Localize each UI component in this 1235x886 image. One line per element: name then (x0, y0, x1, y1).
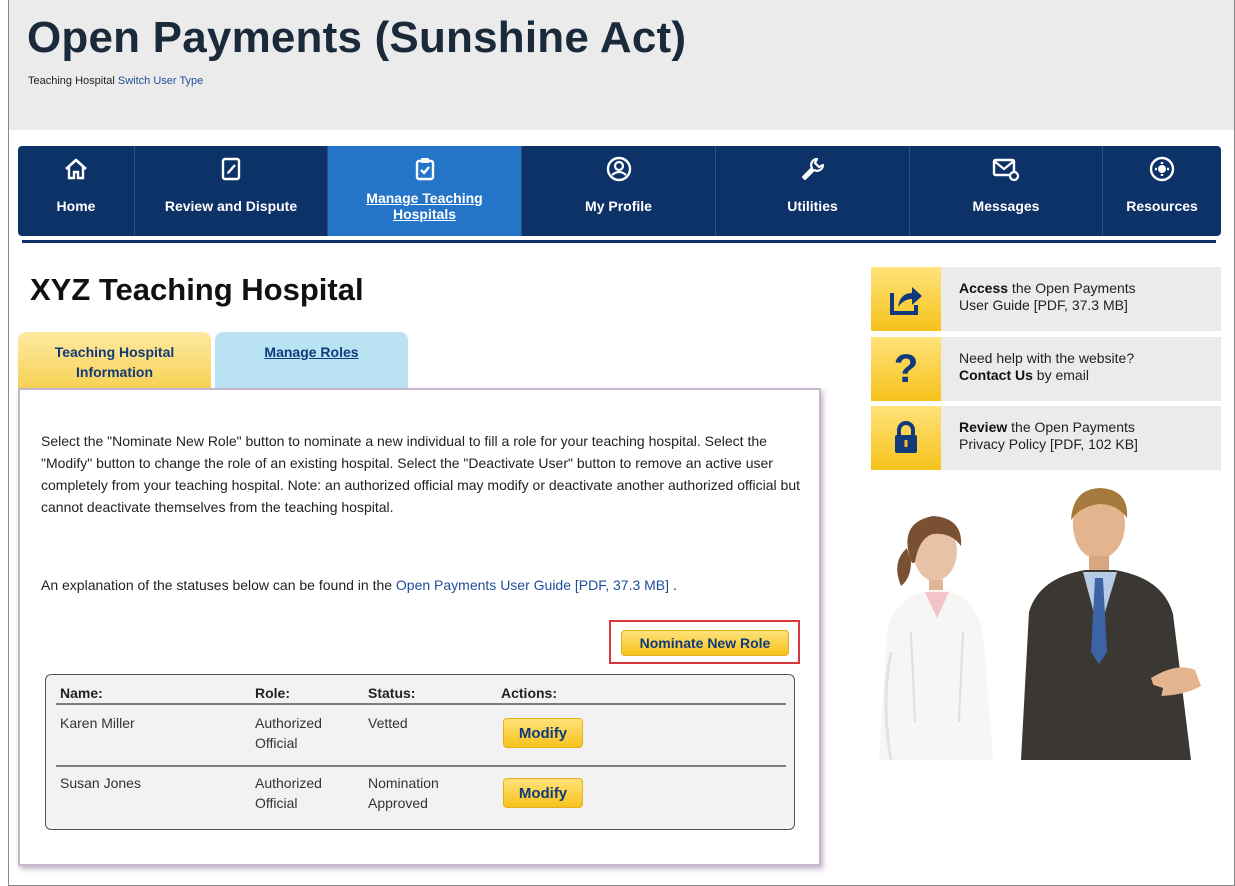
explanation-prefix: An explanation of the statuses below can… (41, 577, 393, 593)
contact-us-bold: Contact Us (959, 367, 1033, 383)
user-guide-text1: the Open Payments (1008, 280, 1136, 296)
row-status-line2: Approved (368, 795, 428, 811)
clipboard-check-icon (410, 154, 440, 184)
row-status: Nomination Approved (368, 773, 439, 813)
user-guide-box[interactable]: Access the Open Payments User Guide [PDF… (871, 267, 1221, 331)
roles-table: Name: Role: Status: Actions: Karen Mille… (45, 674, 795, 830)
user-guide-text2: User Guide [PDF, 37.3 MB] (959, 297, 1128, 313)
nav-review-dispute[interactable]: Review and Dispute (135, 146, 328, 236)
site-header: Open Payments (Sunshine Act) Teaching Ho… (9, 0, 1234, 130)
question-mark-icon: ? (871, 337, 941, 401)
doctor-and-businessman-photo (871, 482, 1221, 760)
privacy-policy-text: Review the Open Payments Privacy Policy … (959, 419, 1138, 453)
user-profile-icon (604, 154, 634, 184)
tab-roles-label: Manage Roles (264, 344, 359, 360)
nav-messages[interactable]: Messages (910, 146, 1103, 236)
header-name: Name: (60, 685, 103, 701)
modify-button[interactable]: Modify (503, 778, 583, 808)
manage-roles-panel: Select the "Nominate New Role" button to… (18, 388, 821, 866)
nav-manage-teaching-hospitals[interactable]: Manage Teaching Hospitals (328, 146, 522, 236)
nav-manage-label: Manage Teaching Hospitals (366, 190, 482, 222)
table-row: Karen Miller Authorized Official Vetted … (56, 709, 786, 767)
tab-info-label-line1: Teaching Hospital (54, 344, 175, 360)
privacy-text1: the Open Payments (1007, 419, 1135, 435)
nav-messages-label: Messages (972, 198, 1040, 214)
header-role: Role: (255, 685, 290, 701)
contact-us-text2: by email (1032, 367, 1089, 383)
user-guide-bold: Access (959, 280, 1009, 296)
nav-resources[interactable]: Resources (1103, 146, 1221, 236)
row-role: Authorized Official (255, 773, 322, 813)
share-arrow-icon (871, 267, 941, 331)
nav-divider (22, 240, 1216, 243)
row-status-line1: Nomination (368, 775, 439, 791)
header-actions: Actions: (501, 685, 557, 701)
user-guide-link[interactable]: Open Payments User Guide [PDF, 37.3 MB] (396, 577, 669, 593)
explanation-suffix: . (672, 577, 677, 593)
row-role-line2: Official (255, 735, 298, 751)
table-header: Name: Role: Status: Actions: (56, 683, 786, 705)
user-guide-text: Access the Open Payments User Guide [PDF… (959, 280, 1136, 314)
privacy-bold: Review (959, 419, 1008, 435)
row-role-line1: Authorized (255, 775, 322, 791)
nav-profile-label: My Profile (585, 198, 652, 214)
envelope-icon (991, 154, 1021, 184)
nav-utilities[interactable]: Utilities (716, 146, 910, 236)
status-explanation: An explanation of the statuses below can… (41, 574, 811, 596)
nav-review-label: Review and Dispute (164, 198, 298, 214)
tab-manage-roles[interactable]: Manage Roles (215, 332, 408, 388)
page-title: XYZ Teaching Hospital (30, 272, 364, 307)
switch-user-type-link[interactable]: Switch User Type (118, 75, 203, 87)
nav-manage-label-line2: Hospitals (392, 206, 456, 222)
row-name: Karen Miller (60, 715, 135, 731)
user-type-label: Teaching Hospital (28, 75, 115, 87)
table-row: Susan Jones Authorized Official Nominati… (56, 769, 786, 827)
home-icon (61, 154, 91, 184)
row-role-line1: Authorized (255, 715, 322, 731)
row-status: Vetted (368, 715, 408, 731)
instructions-text: Select the "Nominate New Role" button to… (41, 433, 801, 515)
row-name: Susan Jones (60, 775, 141, 791)
contact-us-box[interactable]: ? Need help with the website? Contact Us… (871, 337, 1221, 401)
modify-button[interactable]: Modify (503, 718, 583, 748)
nav-resources-label: Resources (1126, 198, 1198, 214)
lock-icon (871, 406, 941, 470)
privacy-policy-box[interactable]: Review the Open Payments Privacy Policy … (871, 406, 1221, 470)
nav-home[interactable]: Home (18, 146, 135, 236)
nav-my-profile[interactable]: My Profile (522, 146, 716, 236)
edit-document-icon (216, 154, 246, 184)
contact-us-text1: Need help with the website? (959, 350, 1135, 366)
nav-home-label: Home (56, 198, 96, 214)
contact-us-text: Need help with the website? Contact Us b… (959, 350, 1134, 384)
tab-teaching-hospital-information[interactable]: Teaching Hospital Information (18, 332, 211, 388)
tab-info-label-line2: Information (76, 364, 153, 380)
row-role-line2: Official (255, 795, 298, 811)
nav-manage-label-line1: Manage Teaching (366, 190, 483, 206)
wrench-icon (798, 154, 828, 184)
gear-icon (1147, 154, 1177, 184)
main-nav: Home Review and Dispute Manage Teaching … (18, 146, 1221, 236)
nominate-highlight: Nominate New Role (609, 620, 800, 664)
user-type-line: Teaching Hospital Switch User Type (28, 75, 203, 87)
nominate-new-role-button[interactable]: Nominate New Role (621, 630, 789, 656)
privacy-text2: Privacy Policy [PDF, 102 KB] (959, 436, 1138, 452)
nav-utilities-label: Utilities (787, 198, 838, 214)
row-role: Authorized Official (255, 713, 322, 753)
site-title: Open Payments (Sunshine Act) (27, 13, 687, 62)
header-status: Status: (368, 685, 416, 701)
